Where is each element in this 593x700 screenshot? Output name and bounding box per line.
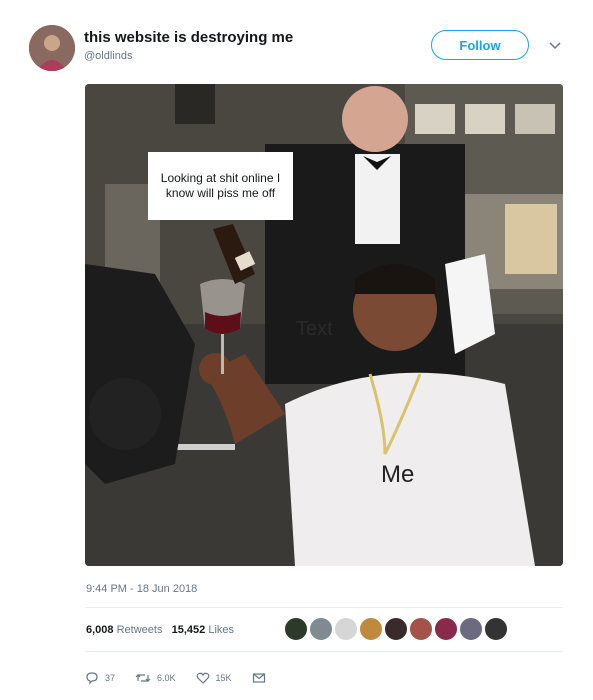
heart-icon [196,672,209,684]
tweet-timestamp[interactable]: 9:44 PM - 18 Jun 2018 [86,583,197,595]
user-handle[interactable]: @oldlinds [84,50,132,62]
envelope-icon [252,673,265,683]
divider [85,651,563,652]
retweets-label: Retweets [116,624,163,636]
avatar[interactable] [29,25,75,71]
tweet-actions: 37 6.0K 15K [85,668,292,688]
liker-avatar[interactable] [434,617,458,641]
reply-button[interactable]: 37 [85,671,115,685]
retweet-icon [135,674,151,682]
meme-text-label: Text [296,318,333,340]
like-count: 15K [215,673,232,683]
follow-button[interactable]: Follow [431,30,529,60]
liker-avatar[interactable] [459,617,483,641]
likes-count: 15,452 [171,624,206,636]
reply-icon [86,672,98,685]
retweets-stat[interactable]: 6,008 Retweets [86,624,162,636]
liker-avatar[interactable] [484,617,508,641]
liker-avatar[interactable] [359,617,383,641]
liker-avatar[interactable] [384,617,408,641]
retweet-button[interactable]: 6.0K [135,671,176,685]
likers-avatars[interactable] [284,617,509,641]
retweet-count: 6.0K [157,673,176,683]
display-name[interactable]: this website is destroying me [84,29,293,46]
retweets-count: 6,008 [86,624,114,636]
liker-avatar[interactable] [284,617,308,641]
direct-message-button[interactable] [252,671,272,685]
reply-count: 37 [105,673,116,683]
liker-avatar[interactable] [334,617,358,641]
likes-stat[interactable]: 15,452 Likes [172,624,234,636]
chevron-down-icon[interactable] [548,38,562,52]
liker-avatar[interactable] [309,617,333,641]
meme-caption: Looking at shit online I know will piss … [148,152,293,220]
meme-me-label: Me [381,461,415,488]
likes-label: Likes [208,624,235,636]
liker-avatar[interactable] [409,617,433,641]
like-button[interactable]: 15K [196,671,232,685]
engagement-stats: 6,008 Retweets 15,452 Likes [86,624,234,636]
divider [85,607,563,608]
